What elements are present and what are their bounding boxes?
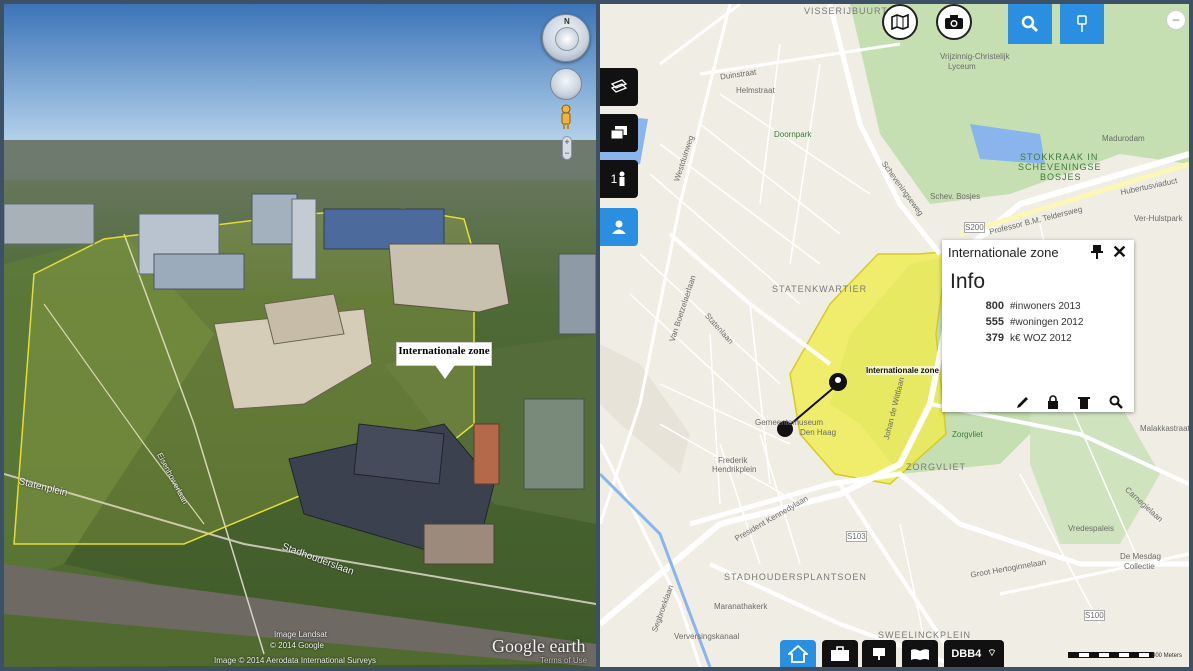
camera-icon — [945, 15, 963, 29]
map-label-zorgvliet: ZORGVLIET — [906, 462, 967, 472]
info-row: 379 k€ WOZ 2012 — [962, 332, 1072, 344]
map-label-sweelinckplein: SWEELINCKPLEIN — [878, 630, 972, 640]
book-icon — [911, 648, 929, 660]
book-button[interactable] — [902, 640, 938, 667]
map-label-statenkwartier: STATENKWARTIER — [772, 284, 868, 294]
compass-navigation-control[interactable]: N — [542, 14, 590, 62]
layers-stack-icon — [610, 79, 628, 93]
info-row: 555 #woningen 2012 — [962, 316, 1084, 328]
imagery-credit-landsat: Image Landsat — [274, 630, 327, 639]
map-label-vrijzinnig: Vrijzinnig-Christelijk — [940, 52, 1010, 61]
map-view[interactable]: VISSERIJBUURT Duinstraat Helmstraat Door… — [600, 4, 1189, 667]
map-label-den-haag: Den Haag — [800, 428, 837, 437]
map-label-stokkraak: STOKKRAAK IN — [1020, 152, 1099, 162]
close-icon[interactable]: ✕ — [1112, 242, 1127, 263]
trash-icon[interactable] — [1077, 395, 1091, 409]
map-label-de-mesdag: De Mesdag — [1120, 552, 1161, 561]
map-label-zorgvliet-park: Zorgvliet — [952, 430, 983, 439]
basemap-button[interactable] — [882, 4, 918, 40]
briefcase-icon — [831, 645, 849, 661]
briefcase-button[interactable] — [822, 640, 858, 667]
info-value: 379 — [985, 332, 1004, 344]
map-label-verversingskanaal: Verversingskanaal — [674, 632, 740, 641]
map-label-stadhoudersplantsoen: STADHOUDERSPLANTSOEN — [724, 572, 867, 582]
placemark-balloon[interactable]: Internationale zone — [396, 342, 492, 379]
map-label-gemeentemuseum: Gemeentemuseum — [755, 418, 824, 427]
road-badge-s100: S100 — [1084, 610, 1105, 621]
look-around-control[interactable] — [550, 68, 582, 100]
map-label-malakkastraat: Malakkastraat — [1140, 424, 1189, 433]
zone-label: Internationale zone — [866, 366, 939, 375]
road-badge-s103: S103 — [846, 531, 867, 542]
map-label-bosjes: BOSJES — [1040, 172, 1082, 182]
imagery-credit-aerodata: Image © 2014 Aerodata International Surv… — [214, 656, 376, 665]
db-status-label: DBB4 — [951, 647, 982, 660]
map-label-collectie: Collectie — [1124, 562, 1155, 571]
windows-icon — [610, 126, 627, 140]
user-profile-button[interactable] — [600, 208, 638, 246]
compass-north-label: N — [564, 17, 570, 26]
db-status-button[interactable]: DBB4 ⌔ — [944, 640, 1004, 667]
pegman-icon[interactable] — [558, 104, 574, 130]
search-icon[interactable] — [1109, 395, 1123, 409]
map-icon — [891, 14, 909, 30]
display-icon — [873, 647, 885, 660]
map-label-helmstraat: Helmstraat — [736, 86, 775, 95]
map-label-verhulstpark: Ver-Hulstpark — [1134, 214, 1183, 223]
terms-of-use-link[interactable]: Terms of Use — [540, 656, 587, 665]
map-label-madurodam: Madurodam — [1102, 134, 1145, 143]
popup-title: Internationale zone — [948, 245, 1059, 260]
layers-button[interactable] — [600, 68, 638, 106]
map-label-visserijbuurt: VISSERIJBUURT — [804, 6, 888, 16]
pencil-icon[interactable] — [1016, 395, 1030, 409]
earth-scene — [4, 4, 596, 667]
info-value: 555 — [985, 316, 1004, 328]
display-button[interactable] — [862, 640, 896, 667]
map-label-schev-bosjes: Schev. Bosjes — [930, 192, 981, 201]
marker-button[interactable] — [1060, 4, 1104, 44]
search-button[interactable] — [1008, 4, 1052, 44]
map-label-scheveningse: SCHEVENINGSE — [1018, 162, 1102, 172]
pin-icon[interactable] — [1091, 245, 1103, 259]
road-badge-s200: S200 — [964, 222, 985, 233]
info-row: 800 #inwoners 2013 — [962, 300, 1081, 312]
pin-marker-icon — [1077, 15, 1087, 32]
search-icon — [1021, 15, 1039, 33]
wifi-icon: ⌔ — [987, 648, 997, 659]
person-info-button[interactable]: 1 — [600, 160, 638, 198]
zoom-in-button[interactable]: + — [563, 137, 571, 148]
zoom-slider[interactable]: + − — [562, 136, 572, 160]
app-window: N + − Internationale zone Statenplein St… — [0, 0, 1193, 671]
popup-heading: Info — [950, 270, 986, 293]
info-value: 800 — [985, 300, 1004, 312]
map-label-doornpark: Doornpark — [774, 130, 812, 139]
info-label: k€ WOZ 2012 — [1010, 333, 1072, 344]
tilt-control[interactable] — [555, 27, 579, 51]
minimize-button[interactable]: – — [1166, 10, 1186, 30]
screenshot-button[interactable] — [936, 4, 972, 40]
map-label-frederik: Frederik — [718, 456, 748, 465]
map-label-maranathakerk: Maranathakerk — [714, 602, 768, 611]
imagery-credit-google: © 2014 Google — [270, 641, 324, 650]
lock-icon[interactable] — [1046, 395, 1060, 409]
google-earth-3d-view[interactable]: N + − Internationale zone Statenplein St… — [4, 4, 596, 667]
zoom-out-button[interactable]: − — [563, 148, 571, 159]
info-label: #inwoners 2013 — [1010, 301, 1081, 312]
map-label-hendrikplein: Hendrikplein — [712, 465, 757, 474]
home-icon — [788, 644, 808, 663]
map-label-lyceum: Lyceum — [948, 62, 976, 71]
info-popup: Internationale zone ✕ Info 800 #inwoners … — [942, 240, 1134, 412]
home-button[interactable] — [780, 640, 816, 667]
info-label: #woningen 2012 — [1010, 317, 1084, 328]
person-info-icon — [619, 171, 625, 186]
scale-bar — [1068, 652, 1154, 658]
person-count: 1 — [610, 172, 618, 186]
google-earth-logo: Google earth — [492, 636, 586, 656]
windows-button[interactable] — [600, 114, 638, 152]
map-label-vredespaleis: Vredespaleis — [1068, 524, 1114, 533]
user-profile-icon — [612, 220, 626, 234]
scale-label: 300 Meters — [1152, 653, 1183, 659]
